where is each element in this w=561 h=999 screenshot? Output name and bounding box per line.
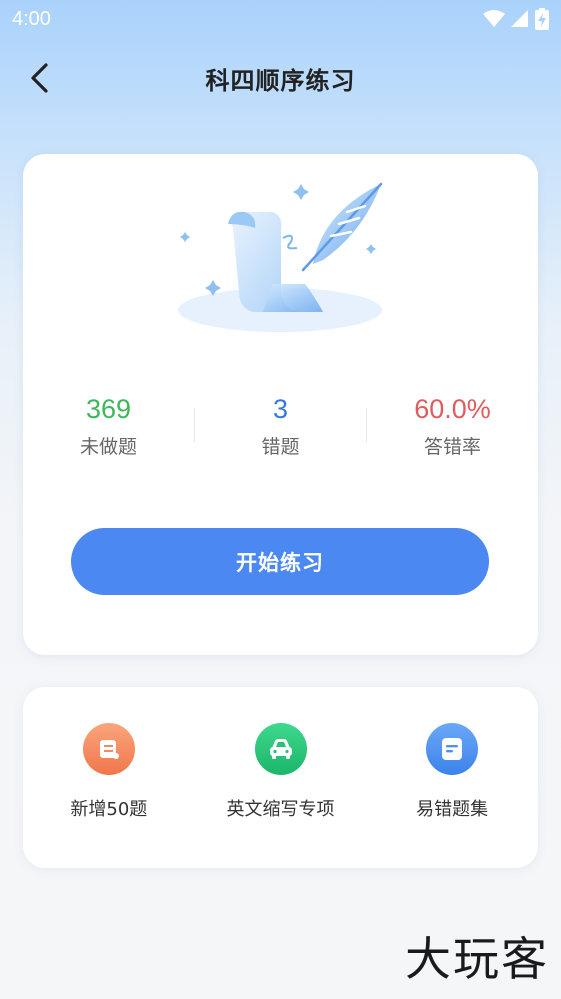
scroll-icon: [99, 740, 119, 759]
stat-undone: 369 未做题: [23, 390, 194, 470]
stat-wrong-value: 3: [272, 394, 289, 424]
status-time: 4:00: [12, 7, 51, 30]
status-icons: [483, 8, 549, 30]
navigation-bar: 科四顺序练习: [0, 50, 561, 106]
action-icon-bg: [426, 723, 479, 775]
cellular-signal-icon: [511, 10, 528, 27]
back-button[interactable]: [22, 60, 58, 96]
stat-undone-value: 369: [85, 394, 132, 424]
stat-error-rate-label: 答错率: [423, 436, 481, 458]
stat-error-rate: 60.0% 答错率: [367, 390, 538, 470]
start-practice-button[interactable]: 开始练习: [71, 528, 489, 595]
wifi-icon: [483, 10, 505, 27]
stat-undone-label: 未做题: [79, 436, 137, 458]
scroll-quill-illustration: [178, 182, 383, 332]
stat-wrong: 3 错题: [195, 390, 366, 470]
quick-actions-card: 新增50题 英文缩写专项 易错题集: [23, 687, 538, 868]
action-icon-bg: [82, 723, 135, 775]
stat-error-rate-value: 60.0%: [414, 394, 491, 424]
battery-icon: [535, 8, 549, 30]
action-icon-bg: [254, 723, 307, 775]
chevron-left-icon: [31, 63, 48, 93]
action-new-50-questions[interactable]: 新增50题: [23, 687, 195, 868]
stats-row: 369 未做题 3 错题 60.0% 答错率: [23, 390, 538, 470]
status-bar: 4:00: [0, 0, 561, 38]
action-label: 英文缩写专项: [226, 799, 335, 820]
watermark-logo: 大玩客: [405, 932, 549, 986]
page-title: 科四顺序练习: [205, 66, 356, 95]
document-icon: [442, 738, 463, 760]
practice-summary-card: 369 未做题 3 错题 60.0% 答错率 开始练习: [23, 154, 538, 655]
stat-wrong-label: 错题: [261, 436, 300, 458]
action-label: 易错题集: [416, 799, 489, 820]
car-icon: [269, 739, 292, 759]
action-english-abbreviation[interactable]: 英文缩写专项: [195, 687, 367, 868]
action-error-prone-set[interactable]: 易错题集: [366, 687, 538, 868]
action-label: 新增50题: [70, 799, 148, 820]
